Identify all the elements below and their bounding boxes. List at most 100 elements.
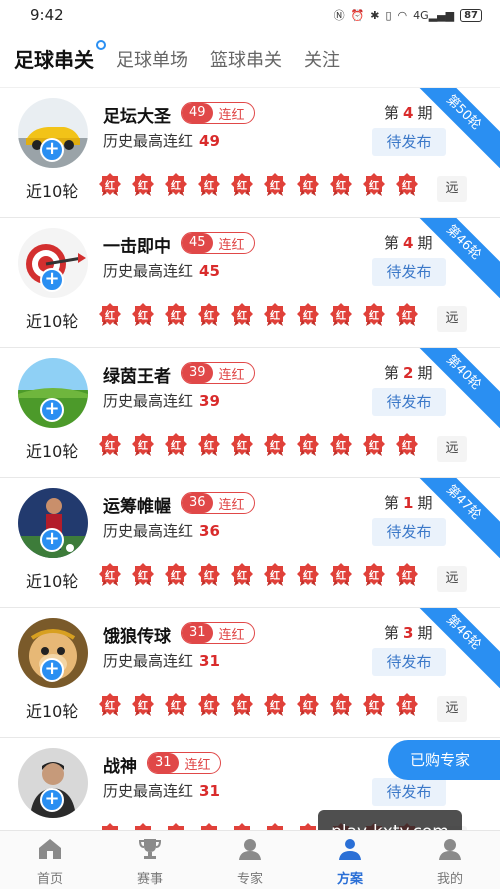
- expert-card[interactable]: + 足坛大圣 49 连红 历史最高连红 49 第4期 待发布 第50轮 近10轮 …: [0, 88, 500, 218]
- red-badge-icon: 红: [230, 822, 254, 830]
- red-badge-icon: 红: [395, 562, 419, 586]
- red-badge-icon: 红: [263, 822, 287, 830]
- history-value: 36: [199, 522, 220, 540]
- red-badge-icon: 红: [98, 302, 122, 326]
- red-badge-icon: 红: [296, 692, 320, 716]
- expert-list[interactable]: + 足坛大圣 49 连红 历史最高连红 49 第4期 待发布 第50轮 近10轮 …: [0, 88, 500, 830]
- follow-plus-icon[interactable]: +: [40, 528, 64, 552]
- red-badge-icon: 红: [230, 562, 254, 586]
- nav-item-expert[interactable]: 专家: [200, 831, 300, 889]
- period-label: 第4期: [384, 104, 433, 122]
- far-tag: 远: [437, 306, 467, 332]
- active-dot-icon: [96, 40, 106, 50]
- streak-count: 31: [148, 753, 179, 773]
- red-badge-icon: 红: [131, 692, 155, 716]
- red-badge-icon: 红: [230, 302, 254, 326]
- streak-label: 连红: [218, 627, 245, 643]
- red-badge-icon: 红: [329, 432, 353, 456]
- recent-results: 红红红红红红红红红红: [98, 692, 419, 716]
- pending-button[interactable]: 待发布: [372, 388, 446, 416]
- red-badge-icon: 红: [131, 822, 155, 830]
- tab-football-parlay[interactable]: 足球串关: [14, 40, 106, 73]
- red-badge-icon: 红: [230, 692, 254, 716]
- nav-item-home[interactable]: 首页: [0, 831, 100, 889]
- red-badge-icon: 红: [296, 302, 320, 326]
- tab-basketball-parlay[interactable]: 篮球串关: [210, 46, 282, 72]
- red-badge-icon: 红: [395, 692, 419, 716]
- red-badge-icon: 红: [98, 822, 122, 830]
- follow-plus-icon[interactable]: +: [40, 138, 64, 162]
- streak-badge: 31 连红: [147, 752, 221, 774]
- period-number: 4: [403, 104, 414, 122]
- nav-label: 赛事: [136, 872, 163, 887]
- purchased-experts-button[interactable]: 已购专家: [388, 740, 500, 780]
- red-badge-icon: 红: [197, 302, 221, 326]
- red-badge-icon: 红: [131, 432, 155, 456]
- pending-button[interactable]: 待发布: [372, 648, 446, 676]
- period-label: 第1期: [384, 494, 433, 512]
- red-badge-icon: 红: [362, 172, 386, 196]
- expert-card[interactable]: + 绿茵王者 39 连红 历史最高连红 39 第2期 待发布 第40轮 近10轮 …: [0, 348, 500, 478]
- streak-label: 连红: [218, 237, 245, 253]
- home-icon: [37, 837, 63, 868]
- red-badge-icon: 红: [164, 302, 188, 326]
- nav-label: 我的: [436, 872, 463, 887]
- pending-button[interactable]: 待发布: [372, 518, 446, 546]
- period-label: 第4期: [384, 234, 433, 252]
- red-badge-icon: 红: [263, 302, 287, 326]
- follow-plus-icon[interactable]: +: [40, 788, 64, 812]
- nav-label: 专家: [236, 872, 263, 887]
- follow-plus-icon[interactable]: +: [40, 658, 64, 682]
- streak-count: 39: [182, 363, 213, 383]
- plan-icon: [337, 837, 363, 868]
- follow-plus-icon[interactable]: +: [40, 268, 64, 292]
- vibrate-icon: ▯: [385, 8, 392, 22]
- recent-label: 近10轮: [26, 702, 79, 721]
- red-badge-icon: 红: [131, 172, 155, 196]
- expert-card[interactable]: + 一击即中 45 连红 历史最高连红 45 第4期 待发布 第46轮 近10轮 …: [0, 218, 500, 348]
- follow-plus-icon[interactable]: +: [40, 398, 64, 422]
- tab-football-single[interactable]: 足球单场: [116, 46, 188, 72]
- expert-name: 一击即中: [103, 237, 171, 257]
- history-value: 49: [199, 132, 220, 150]
- expert-name: 绿茵王者: [103, 367, 171, 387]
- expert-name: 足坛大圣: [103, 107, 171, 127]
- recent-results: 红红红红红红红红红红: [98, 302, 419, 326]
- history-best: 历史最高连红 39: [103, 392, 220, 410]
- pending-button[interactable]: 待发布: [372, 258, 446, 286]
- nav-item-trophy[interactable]: 赛事: [100, 831, 200, 889]
- pending-button[interactable]: 待发布: [372, 778, 446, 806]
- streak-count: 36: [182, 493, 213, 513]
- expert-card[interactable]: + 运筹帷幄 36 连红 历史最高连红 36 第1期 待发布 第47轮 近10轮 …: [0, 478, 500, 608]
- status-time: 9:42: [30, 6, 64, 24]
- recent-results: 红红红红红红红红红红: [98, 172, 419, 196]
- red-badge-icon: 红: [395, 432, 419, 456]
- nav-item-plan[interactable]: 方案: [300, 831, 400, 889]
- history-value: 39: [199, 392, 220, 410]
- red-badge-icon: 红: [296, 562, 320, 586]
- tab-follow[interactable]: 关注: [304, 46, 340, 72]
- red-badge-icon: 红: [164, 822, 188, 830]
- streak-count: 31: [182, 623, 213, 643]
- streak-badge: 45 连红: [181, 232, 255, 254]
- expert-card[interactable]: + 饿狼传球 31 连红 历史最高连红 31 第3期 待发布 第46轮 近10轮 …: [0, 608, 500, 738]
- red-badge-icon: 红: [131, 302, 155, 326]
- recent-results: 红红红红红红红红红红: [98, 432, 419, 456]
- alarm-icon: ⏰: [350, 8, 365, 22]
- nav-label: 首页: [36, 872, 63, 887]
- red-badge-icon: 红: [362, 302, 386, 326]
- recent-label: 近10轮: [26, 572, 79, 591]
- red-badge-icon: 红: [263, 562, 287, 586]
- streak-badge: 31 连红: [181, 622, 255, 644]
- red-badge-icon: 红: [329, 172, 353, 196]
- red-badge-icon: 红: [98, 692, 122, 716]
- red-badge-icon: 红: [362, 562, 386, 586]
- red-badge-icon: 红: [164, 432, 188, 456]
- trophy-icon: [137, 837, 163, 868]
- red-badge-icon: 红: [197, 822, 221, 830]
- pending-button[interactable]: 待发布: [372, 128, 446, 156]
- nav-item-profile[interactable]: 我的: [400, 831, 500, 889]
- red-badge-icon: 红: [197, 562, 221, 586]
- red-badge-icon: 红: [263, 692, 287, 716]
- recent-label: 近10轮: [26, 312, 79, 331]
